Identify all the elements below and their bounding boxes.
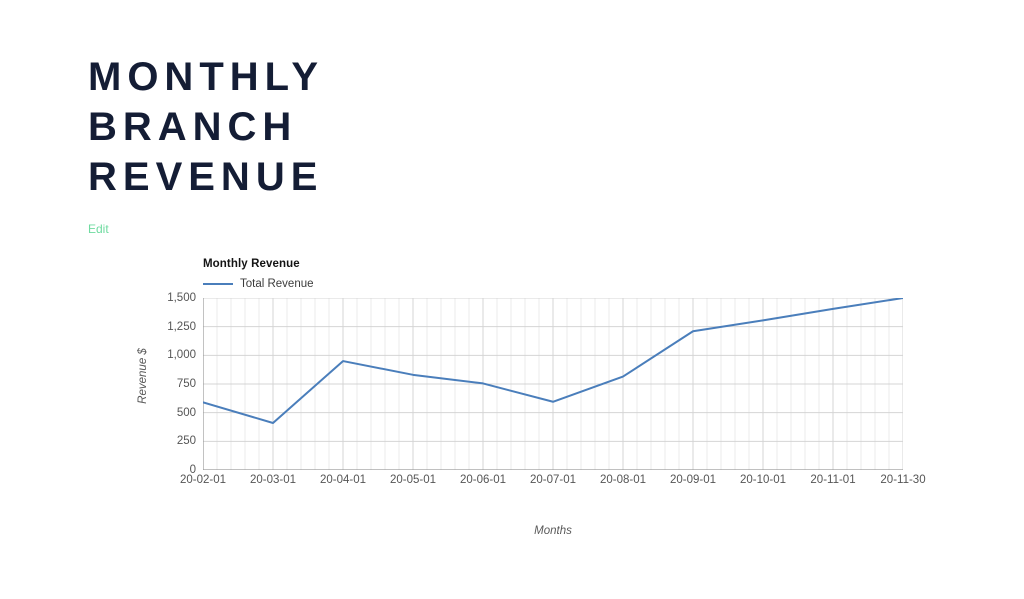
major-gridlines bbox=[203, 298, 903, 470]
x-tick-label: 20-05-01 bbox=[389, 474, 437, 486]
x-tick-label: 20-09-01 bbox=[669, 474, 717, 486]
x-tick-label: 20-11-01 bbox=[810, 474, 856, 486]
page-header: Monthly Branch Revenue Edit bbox=[88, 52, 688, 238]
legend-line-swatch bbox=[203, 283, 233, 285]
y-tick-label: 750 bbox=[176, 378, 196, 390]
y-tick-label: 1,500 bbox=[167, 292, 196, 304]
y-tick-label: 250 bbox=[176, 435, 196, 448]
x-axis-title: Months bbox=[534, 525, 572, 537]
revenue-chart: Monthly Revenue Total Revenue Revenue $ … bbox=[120, 258, 926, 543]
plot-area: Revenue $ 0 250 500 750 1,000 1,250 1,500 20-0… bbox=[120, 292, 926, 543]
x-tick-label: 20-03-01 bbox=[249, 474, 297, 486]
plot-svg bbox=[203, 298, 903, 470]
x-tick-label: 20-07-01 bbox=[529, 474, 577, 486]
chart-title: Monthly Revenue bbox=[203, 258, 300, 270]
y-axis-tick-labels: 0 250 500 750 1,000 1,250 1,500 bbox=[120, 292, 196, 476]
x-tick-label: 20-02-01 bbox=[179, 474, 227, 486]
page-title: Monthly Branch Revenue bbox=[88, 55, 324, 199]
x-tick-label: 20-06-01 bbox=[459, 474, 507, 486]
x-tick-label: 20-04-01 bbox=[319, 474, 367, 486]
y-tick-label: 1,250 bbox=[167, 320, 196, 333]
y-tick-label: 500 bbox=[176, 406, 196, 419]
x-tick-label: 20-08-01 bbox=[599, 474, 647, 486]
edit-link[interactable]: Edit bbox=[88, 222, 109, 236]
x-tick-label: 20-10-01 bbox=[739, 474, 787, 486]
x-tick-label: 20-11-30 bbox=[880, 474, 926, 486]
x-axis-tick-labels: 20-02-01 20-03-01 20-04-01 20-05-01 20-06-01… bbox=[180, 474, 926, 494]
y-tick-label: 1,000 bbox=[167, 349, 196, 362]
legend-item-label: Total Revenue bbox=[240, 278, 314, 290]
chart-legend: Total Revenue bbox=[203, 278, 314, 290]
